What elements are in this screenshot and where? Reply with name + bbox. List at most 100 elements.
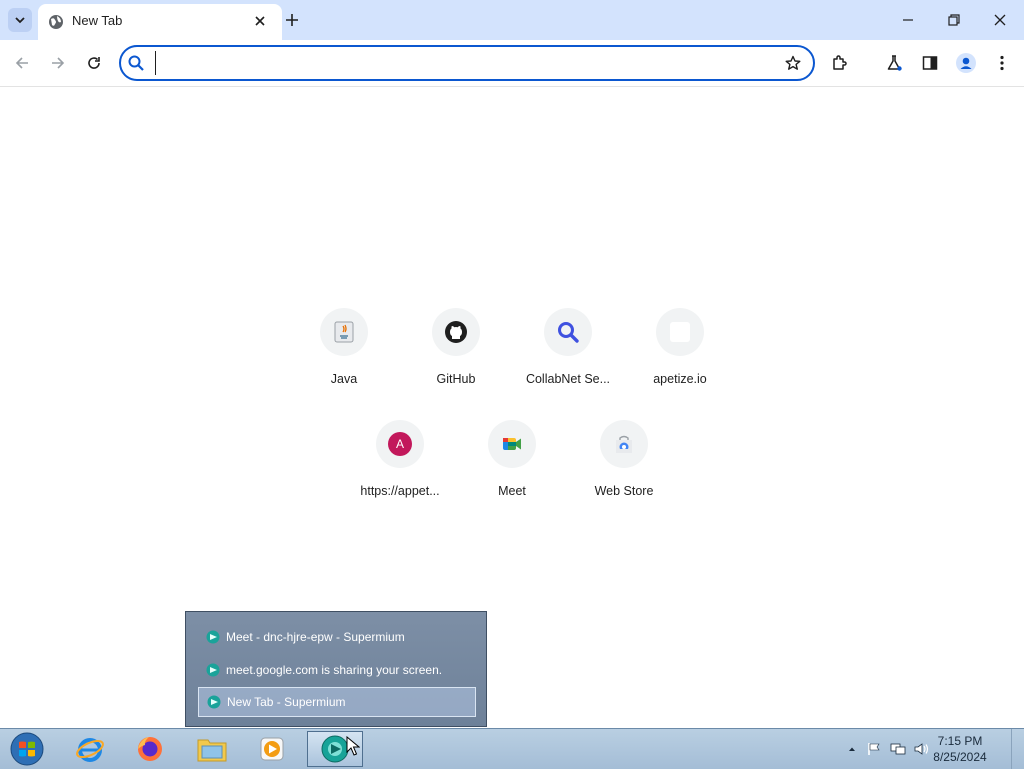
shortcut-icon-circle (432, 308, 480, 356)
minimize-icon (903, 19, 913, 21)
taskbar-internet-explorer[interactable] (62, 731, 118, 767)
chevron-up-icon (849, 747, 855, 751)
network-icon (890, 743, 906, 755)
system-clock[interactable]: 7:15 PM 8/25/2024 (918, 733, 1002, 765)
star-icon (785, 55, 801, 70)
avatar-icon (956, 53, 976, 73)
shortcut-appetize-url[interactable]: A https://appet... (344, 420, 456, 520)
tab-strip: New Tab (0, 0, 1024, 40)
blank-icon (670, 322, 690, 342)
shortcut-icon-circle (656, 308, 704, 356)
window-list-item-sharing[interactable]: meet.google.com is sharing your screen. (198, 655, 476, 685)
web-store-icon (616, 435, 632, 453)
window-list-item-meet[interactable]: Meet - dnc-hjre-epw - Supermium (198, 622, 476, 652)
arrow-right-icon (52, 57, 65, 69)
window-list-item-label: Meet - dnc-hjre-epw - Supermium (226, 630, 405, 644)
shortcut-label: Java (330, 372, 358, 386)
close-icon (255, 16, 265, 26)
supermium-icon (207, 695, 221, 709)
labs-button[interactable] (882, 51, 906, 75)
browser-toolbar (0, 40, 1024, 87)
restore-button[interactable] (940, 6, 968, 34)
shortcut-icon-circle (320, 308, 368, 356)
taskbar: 7:15 PM 8/25/2024 (0, 728, 1024, 769)
chevron-down-icon (15, 17, 25, 24)
close-window-button[interactable] (986, 6, 1014, 34)
close-icon (994, 14, 1006, 26)
shortcut-java[interactable]: Java (288, 308, 400, 408)
show-hidden-icons-button[interactable] (844, 741, 860, 757)
side-panel-icon (922, 56, 938, 70)
shortcut-label: apetize.io (653, 372, 707, 386)
puzzle-icon (833, 55, 847, 70)
shortcut-icon-circle (488, 420, 536, 468)
back-button[interactable] (10, 51, 34, 75)
shortcut-collabnet[interactable]: CollabNet Se... (512, 308, 624, 408)
avatar-letter: A (395, 437, 404, 451)
window-list-item-new-tab[interactable]: New Tab - Supermium (198, 687, 476, 717)
taskbar-firefox[interactable] (122, 731, 178, 767)
shortcut-github[interactable]: GitHub (400, 308, 512, 408)
restore-icon (948, 14, 960, 26)
taskbar-window-list: Meet - dnc-hjre-epw - Supermium meet.goo… (185, 611, 487, 727)
reload-button[interactable] (82, 51, 106, 75)
shortcut-icon-circle (600, 420, 648, 468)
media-player-icon (260, 737, 284, 761)
tab-title: New Tab (72, 13, 123, 28)
firefox-icon (138, 737, 162, 761)
search-icon (128, 55, 144, 71)
flag-icon (868, 743, 880, 755)
network-button[interactable] (890, 741, 906, 757)
new-tab-button[interactable] (282, 10, 302, 30)
windows-orb-icon (10, 732, 44, 766)
globe-icon (49, 15, 63, 29)
action-center-button[interactable] (866, 741, 882, 757)
taskbar-supermium[interactable] (307, 731, 363, 767)
clock-date: 8/25/2024 (933, 750, 987, 764)
shortcut-icon-circle (544, 308, 592, 356)
menu-button[interactable] (990, 51, 1014, 75)
address-bar[interactable] (119, 45, 815, 81)
start-button[interactable] (0, 731, 54, 767)
profile-button[interactable] (954, 51, 978, 75)
tab-new-tab[interactable]: New Tab (38, 4, 282, 40)
taskbar-file-explorer[interactable] (184, 731, 240, 767)
clock-time: 7:15 PM (937, 734, 983, 748)
supermium-icon (206, 630, 220, 644)
arrow-left-icon (15, 57, 28, 69)
shortcut-icon-circle: A (376, 420, 424, 468)
taskbar-media-player[interactable] (244, 731, 300, 767)
shortcut-web-store[interactable]: Web Store (568, 420, 680, 520)
flask-icon (887, 55, 902, 71)
tab-close-button[interactable] (252, 13, 268, 29)
mouse-cursor-icon (346, 736, 360, 756)
address-input[interactable] (155, 51, 766, 75)
folder-icon (197, 739, 227, 762)
supermium-icon (206, 663, 220, 677)
tab-search-button[interactable] (8, 8, 32, 32)
window-list-item-label: New Tab - Supermium (227, 695, 346, 709)
minimize-button[interactable] (894, 6, 922, 34)
bookmark-star-button[interactable] (783, 53, 803, 73)
reload-icon (88, 57, 100, 69)
shortcut-apetize[interactable]: apetize.io (624, 308, 736, 408)
shortcut-label: Web Store (594, 484, 654, 498)
extensions-button[interactable] (828, 51, 852, 75)
google-meet-icon (503, 438, 521, 450)
kebab-menu-icon (1000, 55, 1004, 71)
window-list-item-label: meet.google.com is sharing your screen. (226, 663, 443, 677)
magnifier-icon (558, 322, 579, 343)
show-desktop-button[interactable] (1011, 729, 1024, 769)
shortcut-label: https://appet... (360, 484, 440, 498)
shortcut-meet[interactable]: Meet (456, 420, 568, 520)
forward-button[interactable] (46, 51, 70, 75)
shortcut-label: CollabNet Se... (525, 372, 611, 386)
java-icon (334, 321, 354, 343)
internet-explorer-icon (76, 738, 104, 762)
github-icon (445, 321, 467, 343)
side-panel-button[interactable] (918, 51, 942, 75)
shortcut-label: Meet (498, 484, 526, 498)
letter-avatar-icon: A (388, 432, 412, 456)
shortcut-label: GitHub (436, 372, 476, 386)
plus-icon (286, 14, 298, 26)
